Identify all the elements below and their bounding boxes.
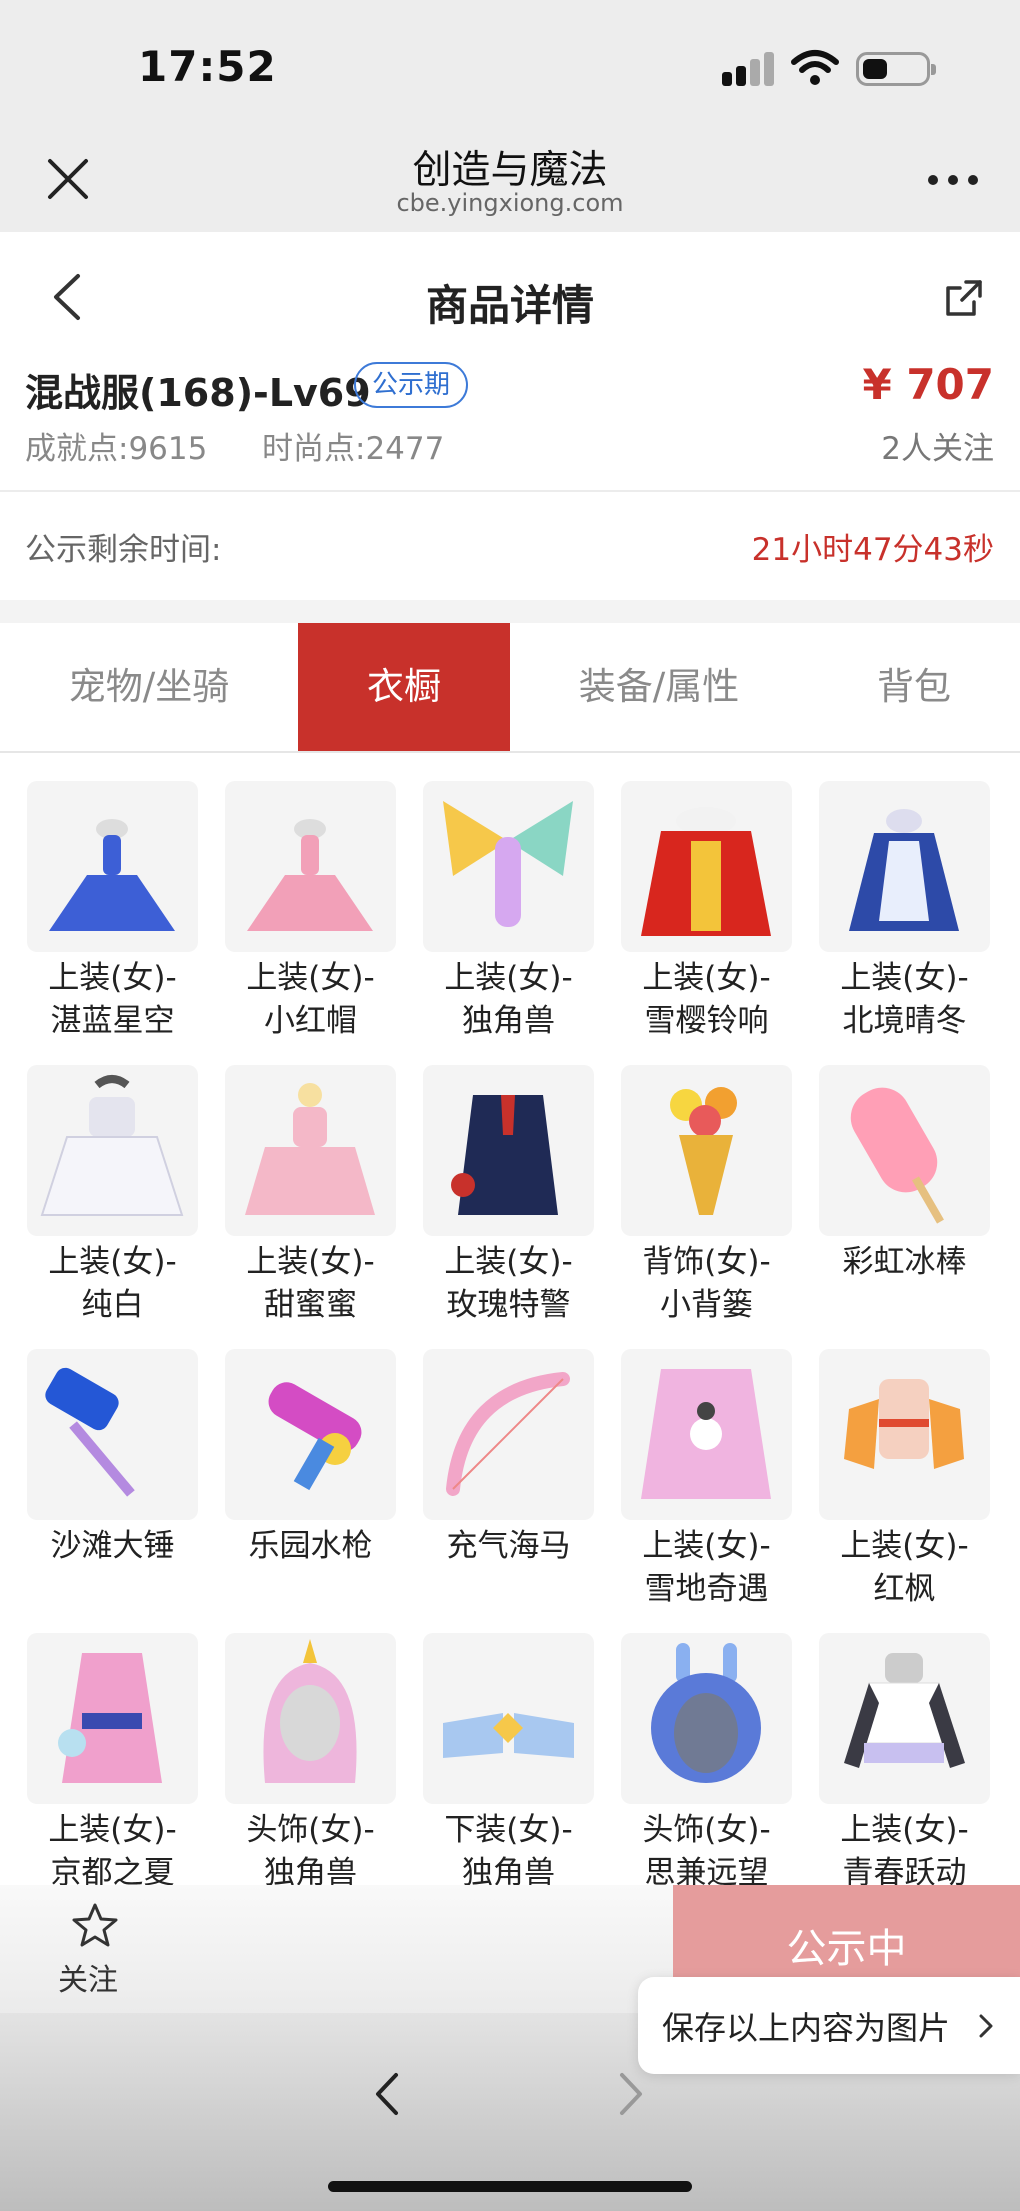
browser-bar: 创造与魔法 cbe.yingxiong.com: [0, 125, 1020, 232]
save-as-image-popup[interactable]: 保存以上内容为图片: [638, 1977, 1020, 2074]
wardrobe-item[interactable]: 上装(女)- 独角兽: [396, 755, 594, 1039]
countdown-label: 公示剩余时间:: [25, 532, 222, 568]
item-image: [423, 781, 594, 952]
item-name: 上装(女)- 青春跃动: [840, 1812, 969, 1885]
item-name: 背饰(女)- 小背篓: [642, 1244, 771, 1323]
status-time: 17:52: [138, 42, 277, 91]
star-outline-icon[interactable]: [70, 1901, 120, 1951]
item-image: [423, 1633, 594, 1804]
item-image: [819, 1349, 990, 1520]
countdown-value: 21小时47分43秒: [751, 532, 994, 568]
wardrobe-item[interactable]: 背饰(女)- 小背篓: [594, 1039, 792, 1323]
wardrobe-item[interactable]: 上装(女)- 京都之夏: [0, 1607, 198, 1885]
nav-forward-icon[interactable]: [616, 2069, 646, 2119]
nav-back-icon[interactable]: [372, 2069, 402, 2119]
tab-equipment-attributes[interactable]: 装备/属性: [510, 623, 808, 751]
share-icon[interactable]: [944, 278, 984, 318]
item-image: [621, 1633, 792, 1804]
countdown-row: 公示剩余时间: 21小时47分43秒: [0, 492, 1020, 600]
wardrobe-item[interactable]: 上装(女)- 青春跃动: [792, 1607, 990, 1885]
section-gap: [0, 600, 1020, 623]
wardrobe-item[interactable]: 上装(女)- 纯白: [0, 1039, 198, 1323]
follower-count: 2人关注: [881, 431, 994, 467]
item-image: [621, 1065, 792, 1236]
item-name: 上装(女)- 甜蜜蜜: [246, 1244, 375, 1323]
item-name: 上装(女)- 玫瑰特警: [444, 1244, 573, 1323]
price: ¥ 707: [862, 360, 994, 409]
item-name: 上装(女)- 纯白: [48, 1244, 177, 1323]
wifi-icon: [791, 50, 839, 85]
item-image: [225, 781, 396, 952]
item-image: [27, 1349, 198, 1520]
item-image: [621, 1349, 792, 1520]
item-name: 上装(女)- 北境晴冬: [840, 960, 969, 1039]
item-name: 充气海马: [446, 1528, 571, 1564]
cellular-signal-icon: [722, 52, 778, 86]
wardrobe-item[interactable]: 沙滩大锤: [0, 1323, 198, 1593]
tab-bar: 宠物/坐骑 衣橱 装备/属性 背包: [0, 623, 1020, 753]
browser-url: cbe.yingxiong.com: [396, 189, 624, 217]
status-badge: 公示期: [354, 362, 469, 408]
item-name: 上装(女)- 独角兽: [444, 960, 573, 1039]
tab-backpack[interactable]: 背包: [808, 623, 1020, 751]
wardrobe-item[interactable]: 乐园水枪: [198, 1323, 396, 1593]
item-name: 头饰(女)- 思兼远望: [642, 1812, 771, 1885]
item-image: [225, 1633, 396, 1804]
wardrobe-item[interactable]: 充气海马: [396, 1323, 594, 1593]
item-image: [423, 1349, 594, 1520]
tab-pets-mounts[interactable]: 宠物/坐骑: [0, 623, 298, 751]
wardrobe-item[interactable]: 头饰(女)- 思兼远望: [594, 1607, 792, 1885]
item-name: 上装(女)- 京都之夏: [48, 1812, 177, 1885]
wardrobe-item[interactable]: 上装(女)- 玫瑰特警: [396, 1039, 594, 1323]
item-name: 彩虹冰棒: [842, 1244, 967, 1280]
item-name: 乐园水枪: [248, 1528, 373, 1564]
wardrobe-item[interactable]: 上装(女)- 甜蜜蜜: [198, 1039, 396, 1323]
item-name: 下装(女)- 独角兽: [444, 1812, 573, 1885]
item-image: [621, 781, 792, 952]
item-image: [27, 1065, 198, 1236]
item-name: 沙滩大锤: [50, 1528, 175, 1564]
wardrobe-item[interactable]: 彩虹冰棒: [792, 1039, 990, 1309]
wardrobe-item[interactable]: 上装(女)- 湛蓝星空: [0, 755, 198, 1039]
item-image: [819, 1633, 990, 1804]
item-image: [225, 1065, 396, 1236]
item-name: 上装(女)- 雪樱铃响: [642, 960, 771, 1039]
tab-wardrobe[interactable]: 衣橱: [298, 623, 510, 751]
browser-title: 创造与魔法: [412, 148, 608, 193]
save-as-image-label: 保存以上内容为图片: [662, 2009, 951, 2047]
chevron-right-icon: [979, 2014, 993, 2038]
item-image: [225, 1349, 396, 1520]
wardrobe-item[interactable]: 上装(女)- 红枫: [792, 1323, 990, 1607]
product-name: 混战服(168)-Lv69: [25, 371, 371, 415]
wardrobe-item[interactable]: 头饰(女)- 独角兽: [198, 1607, 396, 1885]
item-name: 上装(女)- 红枫: [840, 1528, 969, 1607]
item-name: 上装(女)- 湛蓝星空: [48, 960, 177, 1039]
status-bar: 17:52: [0, 0, 1020, 125]
item-name: 上装(女)- 雪地奇遇: [642, 1528, 771, 1607]
more-dots-icon[interactable]: [928, 175, 978, 187]
wardrobe-item[interactable]: 下装(女)- 独角兽: [396, 1607, 594, 1885]
home-indicator[interactable]: [328, 2181, 692, 2192]
page-title: 商品详情: [425, 281, 594, 330]
wardrobe-item[interactable]: 上装(女)- 北境晴冬: [792, 755, 990, 1039]
battery-icon: [856, 52, 936, 86]
wardrobe-item[interactable]: 上装(女)- 雪樱铃响: [594, 755, 792, 1039]
item-image: [27, 781, 198, 952]
item-name: 上装(女)- 小红帽: [246, 960, 375, 1039]
item-image: [819, 781, 990, 952]
follow-label[interactable]: 关注: [58, 1955, 118, 1999]
item-name: 头饰(女)- 独角兽: [246, 1812, 375, 1885]
wardrobe-grid: 上装(女)- 湛蓝星空 上装(女)- 小红帽 上装(女)- 独角兽 上装(女)-…: [0, 755, 1020, 1885]
page-header: 商品详情: [0, 232, 1020, 362]
item-image: [423, 1065, 594, 1236]
achievement-points: 成就点:9615: [25, 431, 208, 467]
item-image: [819, 1065, 990, 1236]
wardrobe-item[interactable]: 上装(女)- 小红帽: [198, 755, 396, 1039]
fashion-points: 时尚点:2477: [262, 431, 445, 467]
wardrobe-item[interactable]: 上装(女)- 雪地奇遇: [594, 1323, 792, 1607]
item-image: [27, 1633, 198, 1804]
